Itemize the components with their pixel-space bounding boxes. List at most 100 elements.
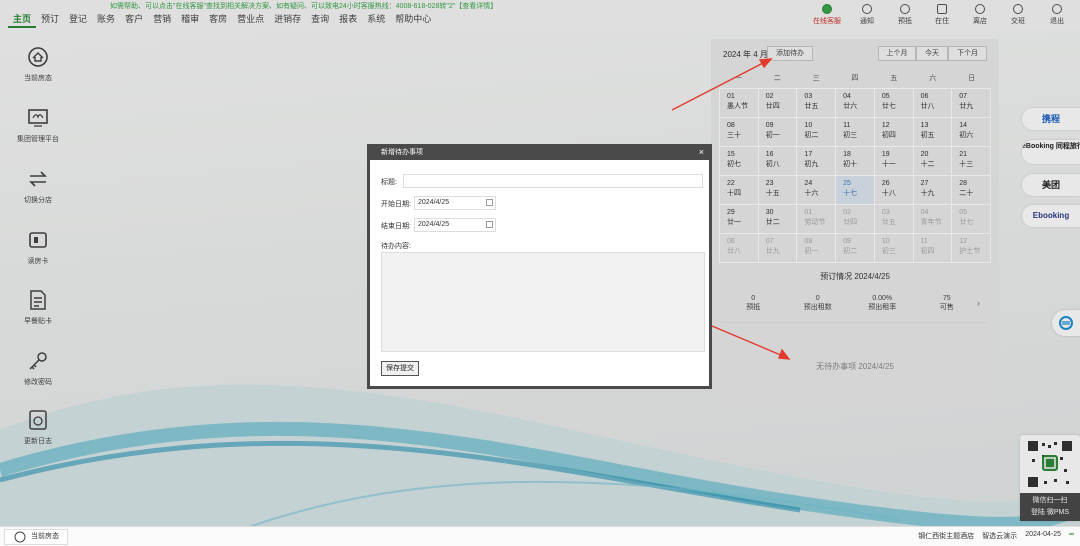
notify-button[interactable]: 通知: [850, 4, 884, 26]
calendar-day-cell[interactable]: 12 护士节: [952, 234, 991, 263]
calendar-day-cell[interactable]: 04 廿六: [836, 89, 875, 118]
sync-button[interactable]: [1052, 310, 1080, 336]
sidebar-item-switch-branch[interactable]: 切换分店: [0, 168, 76, 205]
calendar-day-cell[interactable]: 15 初七: [720, 147, 759, 176]
calendar-day-cell[interactable]: 22 十四: [720, 176, 759, 205]
menu-home[interactable]: 主页: [8, 13, 37, 28]
menu-audit[interactable]: 稽审: [176, 13, 204, 28]
chevron-right-icon[interactable]: ›: [977, 298, 980, 308]
calendar-day-cell[interactable]: 25 十七: [836, 176, 875, 205]
close-icon[interactable]: ×: [699, 147, 704, 158]
calendar-day-cell[interactable]: 01 愚人节: [720, 89, 759, 118]
end-date-input[interactable]: 2024/4/25: [414, 218, 496, 232]
calendar-day-cell[interactable]: 29 廿一: [720, 205, 759, 234]
calendar-day-cell[interactable]: 08 三十: [720, 118, 759, 147]
menu-housekeeping[interactable]: 客房: [204, 13, 232, 28]
sidebar-item-changelog[interactable]: 更新日志: [0, 409, 76, 446]
calendar-day-cell[interactable]: 16 初八: [758, 147, 798, 176]
menu-query[interactable]: 查询: [306, 13, 334, 28]
menu-marketing[interactable]: 营销: [148, 13, 176, 28]
arrivals-button[interactable]: 预抵: [888, 4, 922, 26]
calendar-day-cell[interactable]: 01 劳动节: [797, 205, 837, 234]
calendar-day-cell[interactable]: 02 廿四: [758, 89, 798, 118]
menu-booking[interactable]: 预订: [36, 13, 64, 28]
stat-arrivals[interactable]: 0 预抵: [721, 294, 786, 312]
calendar-day-cell[interactable]: 06 廿八: [720, 234, 759, 263]
calendar-day-cell[interactable]: 27 十九: [913, 176, 953, 205]
shift-button[interactable]: 交班: [1001, 4, 1035, 26]
next-month-button[interactable]: 下个月: [948, 46, 987, 61]
meituan-button[interactable]: 美团: [1022, 174, 1080, 196]
menu-system[interactable]: 系统: [362, 13, 390, 28]
calendar-day-cell[interactable]: 05 廿七: [874, 89, 914, 118]
sidebar-item-change-password[interactable]: 修改密码: [0, 350, 76, 387]
calendar-icon[interactable]: [486, 199, 493, 206]
calendar-day-cell[interactable]: 05 廿七: [952, 205, 991, 234]
sidebar-item-read-card[interactable]: 读房卡: [0, 229, 76, 266]
calendar-day-cell[interactable]: 14 初六: [952, 118, 991, 147]
shift-label: 交班: [1011, 18, 1025, 25]
menu-outlets[interactable]: 营业点: [232, 13, 269, 28]
start-date-input[interactable]: 2024/4/25: [414, 196, 496, 210]
ctrip-button[interactable]: 携程: [1022, 108, 1080, 130]
calendar-day-cell[interactable]: 11 初三: [836, 118, 875, 147]
calendar-day-cell[interactable]: 13 初五: [913, 118, 953, 147]
calendar-day-cell[interactable]: 03 廿五: [797, 89, 837, 118]
lunar-label: 青年节: [920, 219, 942, 226]
help-notice[interactable]: 如需帮助、可以点击"在线客服"查找到相关解决方案、如有疑问、可以致电24小时客服…: [110, 1, 497, 11]
stat-occupancy-rate[interactable]: 0.00% 预出租率: [850, 294, 915, 312]
calendar-day-cell[interactable]: 03 廿五: [874, 205, 914, 234]
menu-inventory[interactable]: 进销存: [269, 13, 306, 28]
menu-customer[interactable]: 客户: [120, 13, 148, 28]
calendar-day-cell[interactable]: 06 廿八: [913, 89, 953, 118]
calendar-day-cell[interactable]: 08 初一: [797, 234, 837, 263]
title-input[interactable]: [403, 174, 703, 188]
calendar-day-cell[interactable]: 07 廿九: [952, 89, 991, 118]
calendar-day-cell[interactable]: 21 十三: [952, 147, 991, 176]
calendar-day-cell[interactable]: 12 初四: [874, 118, 914, 147]
calendar-day-cell[interactable]: 10 初二: [797, 118, 837, 147]
calendar-day-cell[interactable]: 09 初一: [758, 118, 798, 147]
breakfast-card-icon: [30, 290, 46, 310]
sidebar-item-room-status[interactable]: 当前房态: [0, 46, 76, 83]
calendar-day-cell[interactable]: 09 初二: [836, 234, 875, 263]
ebooking-button[interactable]: Ebooking: [1022, 205, 1080, 227]
save-submit-button[interactable]: 保存提交: [381, 361, 419, 376]
menu-checkin[interactable]: 登记: [64, 13, 92, 28]
sidebar-item-breakfast-card[interactable]: 早餐贴卡: [0, 289, 76, 326]
content-textarea[interactable]: [381, 252, 705, 352]
logout-button[interactable]: 退出: [1040, 4, 1074, 26]
departures-button[interactable]: 离店: [963, 4, 997, 26]
calendar-day-cell[interactable]: 19 十一: [874, 147, 914, 176]
sidebar-item-group-platform[interactable]: 集团管理平台: [0, 107, 76, 144]
ly-ebooking-button[interactable]: eBooking 同程旅行: [1022, 140, 1080, 164]
link-icon[interactable]: ∞: [1069, 531, 1074, 541]
calendar-day-cell[interactable]: 28 二十: [952, 176, 991, 205]
today-button[interactable]: 今天: [916, 46, 948, 61]
stat-available[interactable]: 75 可售: [915, 294, 980, 312]
calendar-day-cell[interactable]: 26 十八: [874, 176, 914, 205]
menu-accounts[interactable]: 账务: [92, 13, 120, 28]
calendar-day-cell[interactable]: 17 初九: [797, 147, 837, 176]
menu-reports[interactable]: 报表: [334, 13, 362, 28]
prev-month-button[interactable]: 上个月: [878, 46, 916, 61]
calendar-day-cell[interactable]: 07 廿九: [758, 234, 798, 263]
calendar-day-cell[interactable]: 20 十二: [913, 147, 953, 176]
calendar-day-cell[interactable]: 30 廿二: [758, 205, 798, 234]
inhouse-button[interactable]: 在住: [925, 4, 959, 26]
online-service-button[interactable]: 在线客服: [810, 4, 844, 26]
calendar-day-cell[interactable]: 18 初十: [836, 147, 875, 176]
calendar-icon[interactable]: [486, 221, 493, 228]
add-todo-button[interactable]: 添加待办: [767, 46, 813, 61]
day-number: 06: [920, 93, 929, 100]
calendar-day-cell[interactable]: 10 初三: [874, 234, 914, 263]
calendar-day-cell[interactable]: 24 十六: [797, 176, 837, 205]
footer-tab-room-status[interactable]: 当前房态: [4, 529, 68, 545]
calendar-day-cell[interactable]: 23 十五: [758, 176, 798, 205]
calendar-day-cell[interactable]: 11 初四: [913, 234, 953, 263]
stat-booked-rooms[interactable]: 0 预出租数: [786, 294, 851, 312]
qr-login-card[interactable]: 微信扫一扫 登陆 微PMS: [1020, 435, 1080, 521]
calendar-day-cell[interactable]: 04 青年节: [913, 205, 953, 234]
menu-help[interactable]: 帮助中心: [390, 13, 436, 28]
calendar-day-cell[interactable]: 02 廿四: [836, 205, 875, 234]
